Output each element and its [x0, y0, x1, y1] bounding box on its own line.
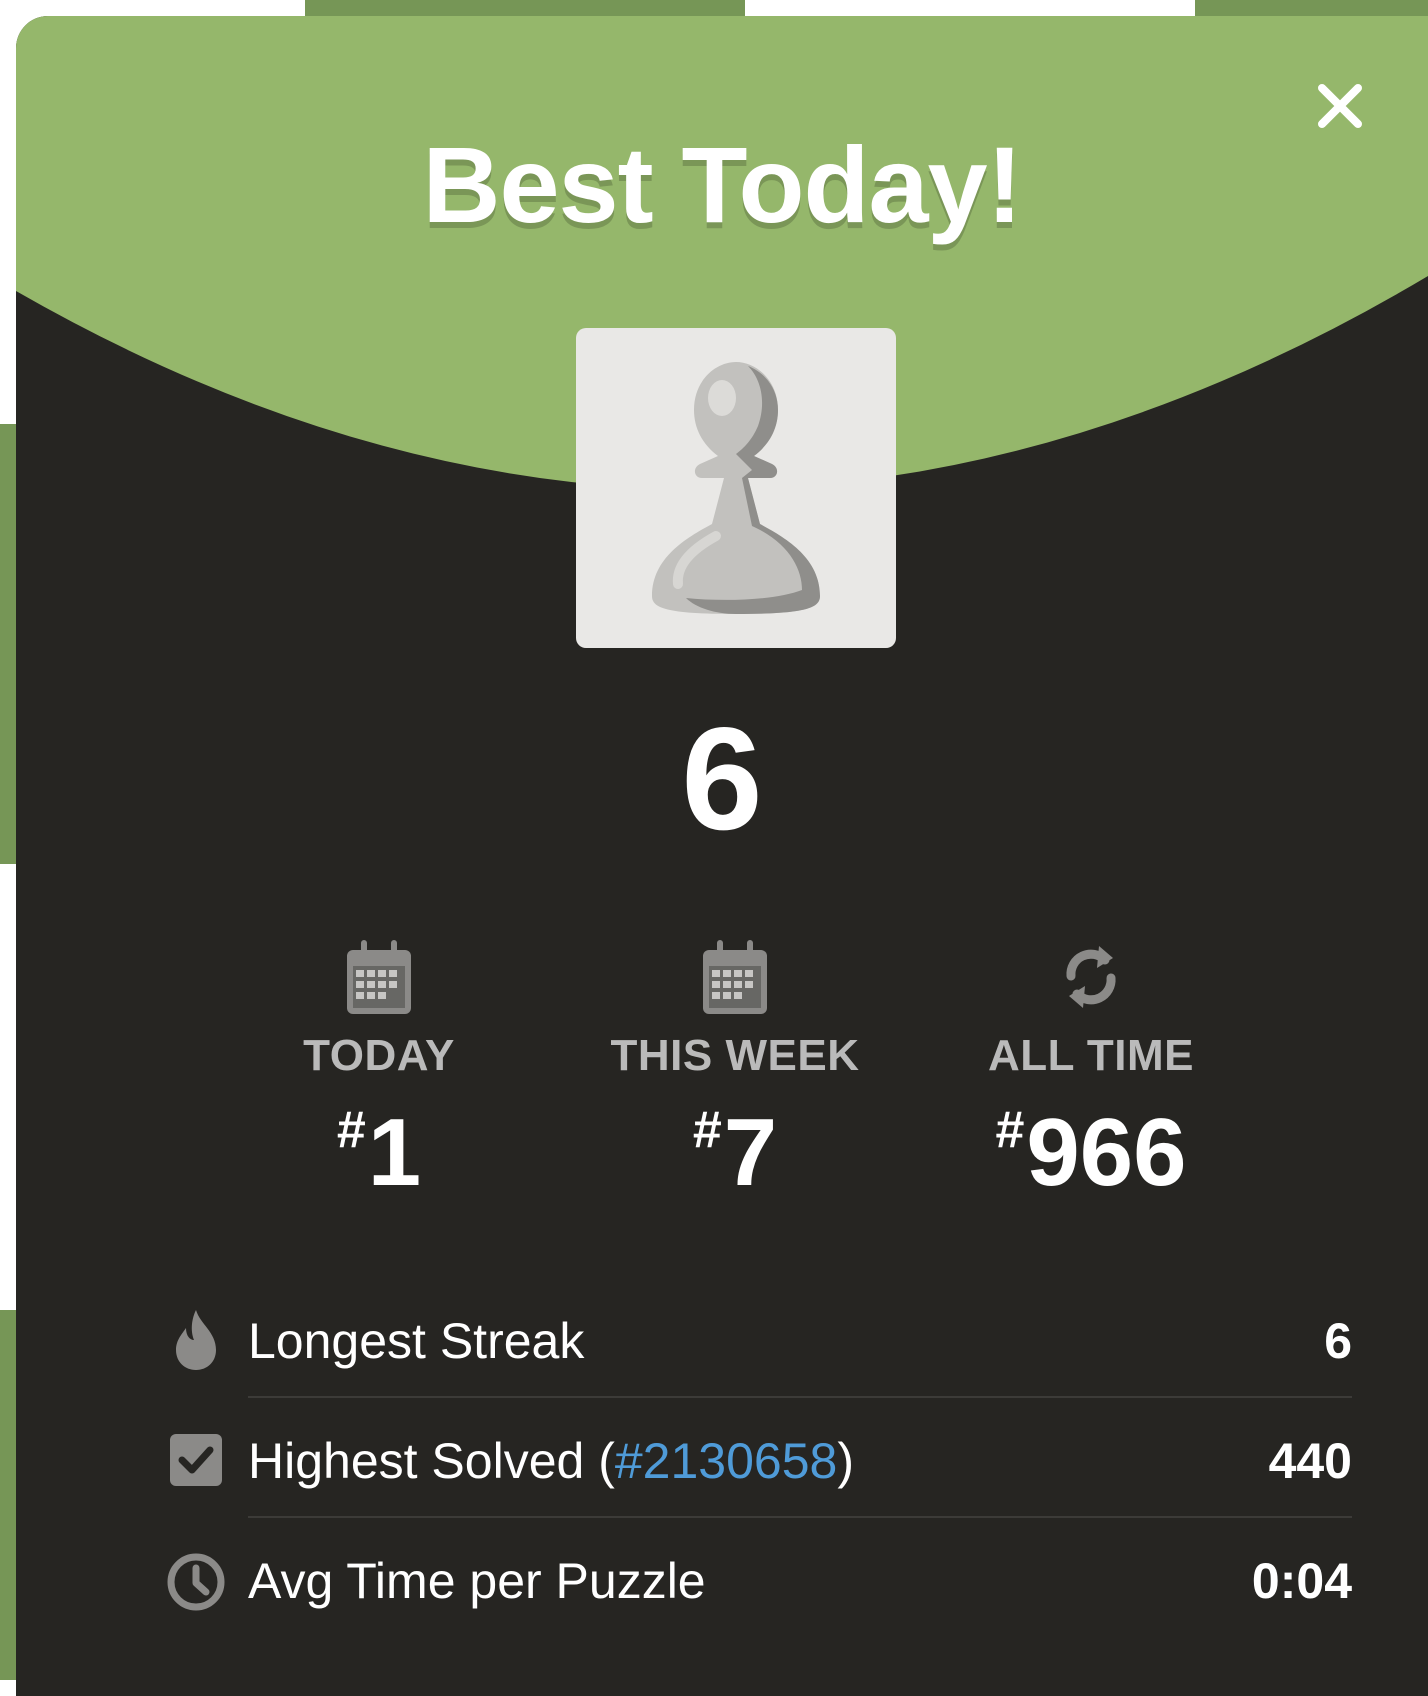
stat-row-longest-streak: Longest Streak 6: [164, 1278, 1352, 1398]
stat-value: 6: [1324, 1313, 1352, 1369]
rank-value: #1: [336, 1099, 422, 1206]
pawn-icon: [652, 362, 820, 614]
rank-label: THIS WEEK: [610, 1031, 860, 1080]
refresh-icon: [1055, 936, 1127, 1018]
rankings: TODAY #1 THIS WEEK #7 ALL TIME #966: [16, 936, 1428, 1201]
puzzle-link[interactable]: #2130658: [615, 1433, 837, 1489]
clock-icon: [164, 1546, 228, 1614]
stats-list: Longest Streak 6 Highest Solved (#213065…: [164, 1278, 1352, 1638]
stat-value: 0:04: [1251, 1553, 1352, 1609]
rank-today: TODAY #1: [209, 936, 549, 1201]
stat-row-highest-solved: Highest Solved (#2130658) 440: [164, 1398, 1352, 1518]
board-square: [1195, 0, 1428, 16]
rank-this-week: THIS WEEK #7: [565, 936, 905, 1201]
stat-row-avg-time: Avg Time per Puzzle 0:04: [164, 1518, 1352, 1638]
rank-value: #7: [692, 1099, 778, 1206]
puzzle-score: 6: [681, 697, 763, 860]
stat-label: Avg Time per Puzzle: [248, 1553, 706, 1609]
rank-label: ALL TIME: [987, 1031, 1195, 1080]
stat-label: Longest Streak: [248, 1313, 585, 1369]
flame-icon: [164, 1306, 228, 1374]
rank-value: #966: [995, 1099, 1187, 1206]
checkbox-icon: [164, 1426, 228, 1494]
board-square: [0, 1310, 16, 1680]
stat-label: Highest Solved (#2130658): [248, 1433, 854, 1489]
calendar-icon: [343, 936, 415, 1018]
puzzle-results-modal: Best Today! 6 TODAY #1 THIS WEEK #7 ALL …: [16, 16, 1428, 1696]
close-button[interactable]: [1312, 78, 1368, 134]
rank-label: TODAY: [303, 1031, 455, 1080]
calendar-icon: [699, 936, 771, 1018]
board-square: [0, 424, 16, 864]
modal-title: Best Today!: [422, 124, 1022, 245]
piece-badge: [576, 328, 896, 648]
board-square: [305, 0, 745, 16]
close-icon: [1318, 84, 1362, 128]
rank-all-time: ALL TIME #966: [921, 936, 1261, 1201]
stat-value: 440: [1268, 1433, 1352, 1489]
